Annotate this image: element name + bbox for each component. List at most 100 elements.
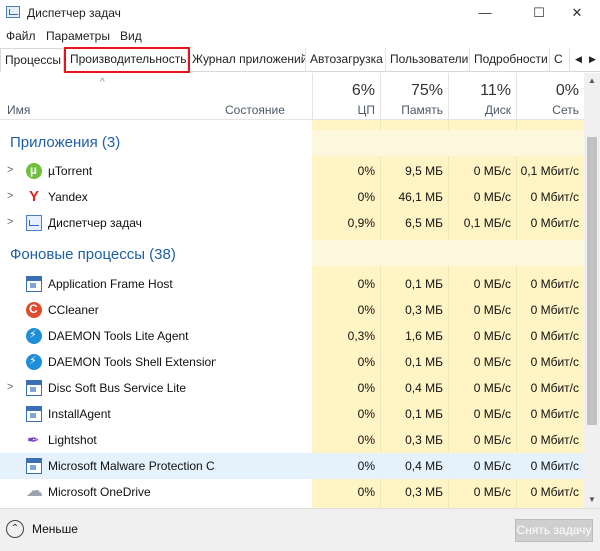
process-name: InstallAgent <box>48 407 111 421</box>
end-task-button[interactable]: Снять задачу <box>515 519 593 542</box>
cpu-label: ЦП <box>357 103 375 117</box>
process-name: Yandex <box>48 190 88 204</box>
process-memory: 0,4 МБ <box>405 459 443 473</box>
process-cpu: 0% <box>357 459 375 473</box>
tab-app-history[interactable]: Журнал приложений <box>188 48 306 72</box>
vertical-scrollbar[interactable]: ▲ ▼ <box>584 73 600 508</box>
process-row[interactable]: DAEMON Tools Lite Agent 0,3% 1,6 МБ 0 МБ… <box>0 323 584 349</box>
process-disk: 0 МБ/с <box>473 329 511 343</box>
fewer-details-label: Меньше <box>32 522 78 536</box>
process-row[interactable]: > Disc Soft Bus Service Lite 0% 0,4 МБ 0… <box>0 375 584 401</box>
process-cpu: 0% <box>357 190 375 204</box>
tab-performance[interactable]: Производительность <box>66 48 188 72</box>
column-cpu[interactable]: 6% ЦП <box>312 73 380 120</box>
menu-file[interactable]: Файл <box>6 29 36 43</box>
memory-percent: 75% <box>410 82 443 99</box>
process-memory: 46,1 МБ <box>398 190 443 204</box>
fewer-details-button[interactable]: ⌃ Меньше <box>6 519 106 541</box>
tab-startup[interactable]: Автозагрузка <box>306 48 386 72</box>
process-list: Приложения (3) > µTorrent 0% 9,5 МБ 0 МБ… <box>0 120 584 508</box>
expand-chevron-icon[interactable]: > <box>7 190 13 202</box>
process-name: Lightshot <box>48 433 97 447</box>
process-network: 0 Мбит/с <box>530 485 579 499</box>
column-name[interactable]: Имя <box>7 103 30 117</box>
column-network[interactable]: 0% Сеть <box>516 73 584 120</box>
onedrive-icon <box>26 481 43 501</box>
process-row[interactable]: CCleaner 0% 0,3 МБ 0 МБ/с 0 Мбит/с <box>0 297 584 323</box>
disk-percent: 11% <box>480 82 511 99</box>
process-row[interactable]: InstallAgent 0% 0,1 МБ 0 МБ/с 0 Мбит/с <box>0 401 584 427</box>
process-memory: 0,1 МБ <box>405 355 443 369</box>
process-name: Application Frame Host <box>48 277 173 291</box>
process-row[interactable]: > Yandex 0% 46,1 МБ 0 МБ/с 0 Мбит/с <box>0 184 584 210</box>
group-band <box>312 130 584 156</box>
process-network: 0 Мбит/с <box>530 433 579 447</box>
process-memory: 6,5 МБ <box>405 216 443 230</box>
scroll-thumb[interactable] <box>587 137 597 425</box>
chevron-up-icon: ⌃ <box>6 520 24 538</box>
close-button[interactable]: ✕ <box>554 0 600 26</box>
expand-chevron-icon[interactable]: > <box>7 164 13 176</box>
process-row[interactable]: Application Frame Host 0% 0,1 МБ 0 МБ/с … <box>0 271 584 297</box>
process-row[interactable]: Microsoft OneDrive 0% 0,3 МБ 0 МБ/с 0 Мб… <box>0 479 584 505</box>
minimize-button[interactable]: — <box>462 0 508 26</box>
process-row[interactable]: > µTorrent 0% 9,5 МБ 0 МБ/с 0,1 Мбит/с <box>0 158 584 184</box>
scroll-down-icon[interactable]: ▼ <box>584 492 600 508</box>
process-name: Microsoft Malware Protection C... <box>48 459 216 473</box>
process-network: 0 Мбит/с <box>530 407 579 421</box>
tab-scroll-right-icon[interactable]: ▶ <box>586 48 600 72</box>
process-memory: 0,3 МБ <box>405 485 443 499</box>
group-title-background[interactable]: Фоновые процессы (38) <box>10 246 176 263</box>
process-row[interactable]: > Диспетчер задач 0,9% 6,5 МБ 0,1 МБ/с 0… <box>0 210 584 236</box>
tab-services[interactable]: С <box>550 48 570 72</box>
process-cpu: 0% <box>357 485 375 499</box>
column-header: ^ Имя Состояние 6% ЦП 75% Память 11% Дис… <box>0 73 584 120</box>
process-disk: 0 МБ/с <box>473 433 511 447</box>
daemon-tools-icon <box>26 354 42 370</box>
group-title-apps[interactable]: Приложения (3) <box>10 134 120 151</box>
process-memory: 0,1 МБ <box>405 277 443 291</box>
process-row[interactable]: DAEMON Tools Shell Extensions... 0% 0,1 … <box>0 349 584 375</box>
process-memory: 0,4 МБ <box>405 381 443 395</box>
process-disk: 0,1 МБ/с <box>463 216 511 230</box>
process-row[interactable]: Lightshot 0% 0,3 МБ 0 МБ/с 0 Мбит/с <box>0 427 584 453</box>
process-memory: 0,3 МБ <box>405 303 443 317</box>
menu-view[interactable]: Вид <box>120 29 142 43</box>
process-memory: 1,6 МБ <box>405 329 443 343</box>
menu-options[interactable]: Параметры <box>46 29 110 43</box>
process-cpu: 0% <box>357 277 375 291</box>
expand-chevron-icon[interactable]: > <box>7 381 13 393</box>
column-state[interactable]: Состояние <box>225 103 285 117</box>
ccleaner-icon <box>26 302 42 318</box>
yandex-icon <box>26 188 42 205</box>
process-disk: 0 МБ/с <box>473 190 511 204</box>
process-name: Microsoft OneDrive <box>48 485 151 499</box>
column-memory[interactable]: 75% Память <box>380 73 448 120</box>
scroll-up-icon[interactable]: ▲ <box>584 73 600 89</box>
memory-label: Память <box>401 103 443 117</box>
daemon-tools-icon <box>26 328 42 344</box>
process-network: 0 Мбит/с <box>530 190 579 204</box>
task-manager-icon <box>6 6 20 18</box>
tab-details[interactable]: Подробности <box>470 48 550 72</box>
process-row-selected[interactable]: Microsoft Malware Protection C... 0% 0,4… <box>0 453 584 479</box>
column-disk[interactable]: 11% Диск <box>448 73 516 120</box>
process-disk: 0 МБ/с <box>473 277 511 291</box>
process-network: 0,1 Мбит/с <box>520 164 579 178</box>
process-network: 0 Мбит/с <box>530 329 579 343</box>
expand-chevron-icon[interactable]: > <box>7 216 13 228</box>
sort-arrow-icon: ^ <box>100 77 105 88</box>
process-name: Диспетчер задач <box>48 216 142 230</box>
process-disk: 0 МБ/с <box>473 459 511 473</box>
tab-bar: Процессы Производительность Журнал прило… <box>0 48 600 72</box>
window-icon <box>26 406 42 422</box>
cpu-percent: 6% <box>351 82 375 99</box>
process-disk: 0 МБ/с <box>473 355 511 369</box>
process-disk: 0 МБ/с <box>473 164 511 178</box>
process-cpu: 0% <box>357 433 375 447</box>
process-cpu: 0% <box>357 381 375 395</box>
tab-users[interactable]: Пользователи <box>386 48 470 72</box>
tab-scroll-left-icon[interactable]: ◀ <box>572 48 586 72</box>
window-title: Диспетчер задач <box>27 6 121 20</box>
tab-processes[interactable]: Процессы <box>0 48 64 72</box>
